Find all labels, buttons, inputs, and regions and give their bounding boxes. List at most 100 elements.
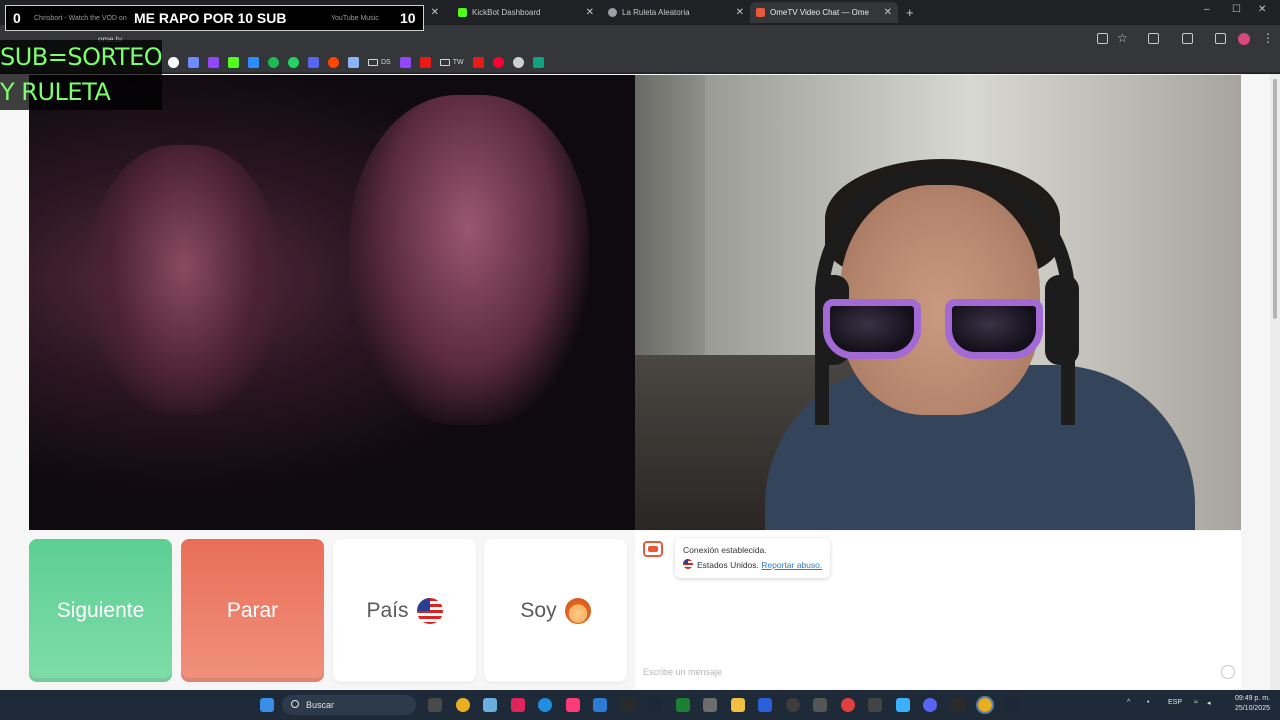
stranger-face-right — [349, 95, 589, 425]
twitch-icon[interactable] — [208, 57, 219, 68]
file-explorer-icon[interactable] — [731, 698, 745, 712]
profile-avatar[interactable] — [1238, 33, 1250, 45]
minimize-icon[interactable]: – — [1204, 4, 1210, 15]
app-icon[interactable] — [813, 698, 827, 712]
reddit-icon[interactable] — [328, 57, 339, 68]
app-icon[interactable] — [703, 698, 717, 712]
bookmark-folder-tw[interactable]: TW — [439, 59, 464, 66]
folder-icon — [439, 59, 450, 66]
bookmark-icon[interactable] — [248, 57, 259, 68]
maximize-icon[interactable]: ☐ — [1232, 4, 1241, 15]
steam-icon[interactable] — [1005, 698, 1019, 712]
windows-start-icon[interactable] — [260, 698, 274, 712]
gender-label: Soy — [520, 598, 557, 622]
app-icon[interactable] — [511, 698, 525, 712]
clock-date: 25/10/2025 — [1234, 705, 1270, 712]
tab-label: La Ruleta Aleatoria — [622, 8, 690, 17]
edge-icon[interactable] — [538, 698, 552, 712]
emoji-icon[interactable] — [1221, 665, 1235, 679]
youtube-icon[interactable] — [492, 57, 504, 68]
promo-line-2: Y RULETA — [0, 78, 111, 106]
chrome-active-icon[interactable] — [976, 696, 994, 714]
us-flag-icon — [683, 559, 693, 569]
report-abuse-link[interactable]: Reportar abuso. — [761, 560, 822, 570]
twitch-icon[interactable] — [399, 57, 411, 68]
app-icon[interactable] — [841, 698, 855, 712]
tiktok-icon[interactable] — [566, 698, 580, 712]
sub-promo-overlay: SUB=SORTEO Y RULETA — [0, 40, 163, 110]
tab-ometv[interactable]: OmeTV Video Chat — Ome ✕ — [750, 2, 898, 23]
microphone-icon[interactable]: • — [1147, 699, 1149, 706]
system-clock[interactable]: 09:49 p. m. 25/10/2025 — [1220, 694, 1270, 714]
task-view-icon[interactable] — [428, 698, 442, 712]
extensions-icon[interactable] — [1148, 33, 1159, 44]
country-button[interactable]: País — [333, 539, 476, 682]
new-tab-button[interactable]: + — [900, 2, 918, 23]
country-line: Estados Unidos. Reportar abuso. — [683, 558, 822, 573]
app-icon[interactable] — [896, 698, 910, 712]
app-icon[interactable] — [786, 698, 800, 712]
search-placeholder: Buscar — [306, 700, 335, 710]
page-scrollbar[interactable] — [1270, 74, 1280, 690]
volume-icon[interactable]: ◂ — [1207, 699, 1211, 707]
google-icon[interactable] — [168, 57, 179, 68]
app-icon[interactable] — [758, 698, 772, 712]
scrollbar-thumb[interactable] — [1273, 79, 1277, 319]
steam-icon[interactable] — [648, 698, 662, 712]
lens-right — [945, 299, 1043, 359]
app-icon[interactable] — [951, 698, 965, 712]
bookmark-icon[interactable] — [188, 57, 199, 68]
taskbar-search[interactable]: Buscar — [282, 695, 416, 715]
close-window-icon[interactable]: ✕ — [1258, 4, 1266, 15]
folder-icon — [368, 59, 378, 66]
lens-left — [823, 299, 921, 359]
chatgpt-icon[interactable] — [532, 57, 544, 68]
whatsapp-icon[interactable] — [288, 57, 299, 68]
tab-la-ruleta[interactable]: La Ruleta Aleatoria ✕ — [602, 2, 750, 23]
globe-icon — [608, 8, 617, 17]
notepad-icon[interactable] — [593, 698, 607, 712]
ometv-logo-icon — [643, 541, 663, 557]
overlay-behind-tab: YouTube Music — [331, 14, 379, 22]
share-icon[interactable] — [1097, 33, 1108, 44]
close-tab-icon[interactable]: ✕ — [586, 7, 594, 18]
bookmark-icon[interactable] — [419, 57, 431, 68]
bookmark-icon[interactable] — [512, 57, 524, 68]
terminal-icon[interactable] — [621, 698, 635, 712]
tab-label: KickBot Dashboard — [472, 8, 541, 17]
stream-goal-overlay: 0 Chrisbort - Watch the VOD on ME RAPO P… — [5, 5, 424, 31]
bookmark-icon[interactable] — [348, 57, 359, 68]
discord-icon[interactable] — [308, 57, 319, 68]
folder-label: DS — [381, 59, 391, 66]
gender-button[interactable]: Soy — [484, 539, 627, 682]
spotify-icon[interactable] — [268, 57, 279, 68]
wifi-icon[interactable]: ≈ — [1194, 699, 1198, 706]
close-tab-icon[interactable]: ✕ — [736, 7, 744, 18]
bookmark-folder-ds[interactable]: DS — [368, 59, 391, 66]
chrome-icon[interactable] — [456, 698, 470, 712]
next-button[interactable]: Siguiente — [29, 539, 172, 682]
bookmark-icon[interactable] — [472, 57, 484, 68]
menu-icon[interactable]: ⋮ — [1262, 31, 1274, 45]
app-icon[interactable] — [868, 698, 882, 712]
close-tab-icon[interactable]: ✕ — [884, 7, 892, 18]
side-panel-icon[interactable] — [1182, 33, 1193, 44]
message-input[interactable]: Escribe un mensaje — [643, 667, 722, 677]
language-indicator[interactable]: ESP — [1168, 699, 1182, 706]
chevron-up-icon[interactable]: ^ — [1127, 699, 1130, 706]
tab-label: OmeTV Video Chat — Ome — [770, 8, 869, 17]
kick-icon[interactable] — [228, 57, 239, 68]
goal-title: ME RAPO POR 10 SUB — [134, 10, 287, 26]
media-icon[interactable] — [1215, 33, 1226, 44]
star-icon[interactable]: ☆ — [1117, 31, 1128, 45]
country-name: Estados Unidos. — [697, 560, 759, 570]
stranger-video — [29, 75, 635, 530]
discord-icon[interactable] — [923, 698, 937, 712]
app-icon[interactable] — [483, 698, 497, 712]
close-tab-icon[interactable]: ✕ — [431, 7, 439, 18]
stop-label: Parar — [226, 598, 279, 622]
stop-button[interactable]: Parar — [181, 539, 324, 682]
tab-kickbot-dashboard[interactable]: KickBot Dashboard ✕ — [452, 2, 600, 23]
ometv-icon — [756, 8, 765, 17]
excel-icon[interactable] — [676, 698, 690, 712]
